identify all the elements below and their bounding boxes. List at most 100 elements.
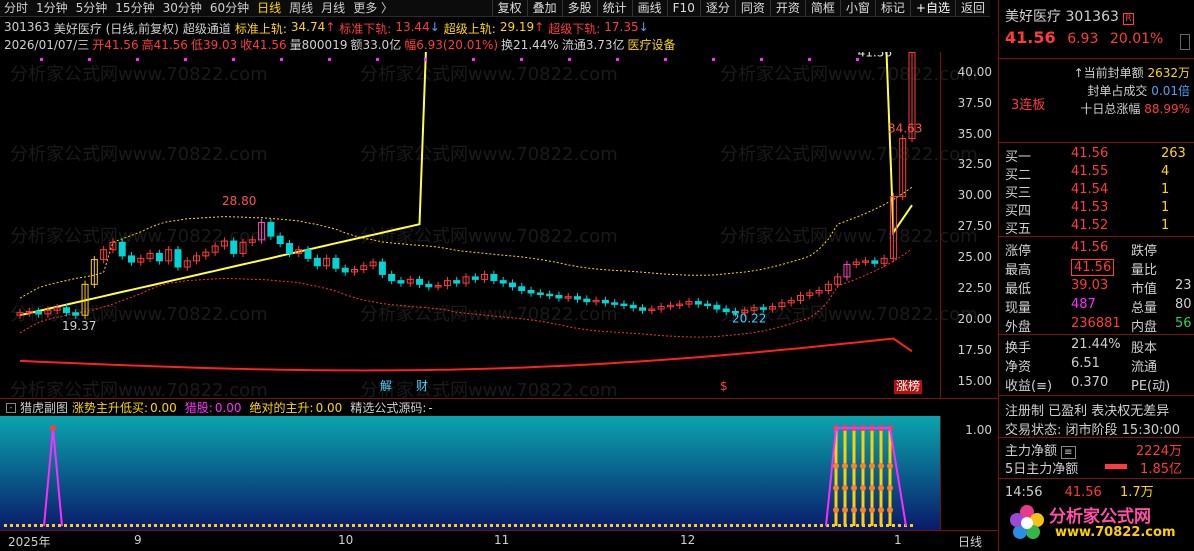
period-tab[interactable]: 60分钟 [206, 0, 253, 17]
signal-marker [887, 485, 893, 491]
stat-value: 487 [1071, 297, 1096, 312]
period-label[interactable]: 日线 [958, 533, 982, 550]
toolbar-button[interactable]: F10 [666, 0, 700, 17]
toolbar-button[interactable]: 小窗 [839, 0, 875, 17]
super-lower-line [19, 337, 913, 372]
collapse-icon[interactable]: - [6, 402, 16, 413]
indicator-name[interactable]: 超级通道 [183, 20, 231, 36]
baseline-dot [688, 524, 691, 527]
bid-label: 买一 [1005, 150, 1032, 165]
baseline-dot [214, 524, 217, 527]
bid-row[interactable]: 买四 41.53 1 [1005, 200, 1190, 219]
bid-row[interactable]: 买一 41.56 263 [1005, 146, 1190, 165]
signal-marker [842, 463, 848, 469]
baseline-dot [268, 524, 271, 527]
period-tab[interactable]: 15分钟 [111, 0, 158, 17]
toolbar-button[interactable]: 逐分 [699, 0, 735, 17]
baseline-dot [148, 524, 151, 527]
stat-value: 236881 [1071, 316, 1121, 331]
signal-marker [860, 485, 866, 491]
period-tab[interactable]: 周线 [285, 0, 317, 17]
bid-row[interactable]: 买五 41.52 1 [1005, 218, 1190, 237]
bid-volume: 1 [1161, 218, 1170, 233]
candlestick-chart[interactable]: 41.56 28.80 19.37 20.22 34.63 解 财 $ 涨榜 [0, 52, 940, 398]
baseline-dot [742, 524, 745, 527]
baseline-dot [28, 524, 31, 527]
stat-row: 换手 21.44% 股本 [1005, 337, 1190, 356]
sector-value[interactable]: 医疗设备 [628, 36, 676, 52]
stock-name-mode: 美好医疗 (日线,前复权) [53, 22, 179, 36]
stat-label-2: PE(动) [1131, 379, 1171, 394]
period-tab[interactable]: 5分钟 [72, 0, 112, 17]
toolbar-button[interactable]: 统计 [596, 0, 632, 17]
toolbar-button[interactable]: 简框 [804, 0, 840, 17]
period-tab[interactable]: 30分钟 [159, 0, 206, 17]
period-tab[interactable]: 更多 〉 [349, 0, 397, 17]
toolbar-button[interactable]: 叠加 [526, 0, 562, 17]
candle-body [555, 294, 563, 299]
float-cap-value: 流通3.73亿 [561, 38, 625, 52]
toolbar-button[interactable]: +自选 [909, 0, 955, 17]
low-value: 低39.03 [190, 38, 238, 52]
sub-indicator-chart[interactable] [0, 416, 940, 530]
stat-value: 0.370 [1071, 375, 1109, 390]
signal-marker [869, 507, 875, 513]
stat-label: 最高 [1005, 263, 1032, 278]
stat-value: 41.56 [1071, 240, 1109, 255]
period-tab[interactable]: 分时 [0, 0, 32, 17]
toolbar-button[interactable]: 同资 [734, 0, 770, 17]
stat-value: 39.03 [1071, 278, 1109, 293]
baseline-dot [100, 524, 103, 527]
baseline-dot [166, 524, 169, 527]
toolbar-button[interactable]: 开资 [769, 0, 805, 17]
candle-body [388, 273, 396, 282]
candle-body [518, 286, 526, 291]
baseline-dot [340, 524, 343, 527]
seal-ratio-value: 0.01倍 [1151, 84, 1190, 98]
baseline-dot [778, 524, 781, 527]
candle-body [378, 261, 386, 275]
baseline-dot [262, 524, 265, 527]
site-logo: 分析家公式网 www.70822.com [999, 498, 1194, 551]
date-tick: 2025年 [8, 535, 51, 549]
baseline-dot [712, 524, 715, 527]
baseline-dot [538, 524, 541, 527]
toolbar-button[interactable]: 复权 [491, 0, 527, 17]
baseline-dot [364, 524, 367, 527]
baseline-dot [316, 524, 319, 527]
toolbar-button[interactable]: 多股 [561, 0, 597, 17]
candle-body [536, 292, 544, 295]
bid-row[interactable]: 买三 41.54 1 [1005, 182, 1190, 201]
toolbar-button[interactable]: 返回 [954, 0, 990, 17]
baseline-dot [58, 524, 61, 527]
period-tab[interactable]: 1分钟 [32, 0, 72, 17]
scroll-handle[interactable] [1180, 34, 1190, 50]
candle-body [639, 307, 647, 311]
candle-body [601, 299, 609, 304]
baseline-dot [22, 524, 25, 527]
sub-indicator-name[interactable]: 猎虎副图 [20, 399, 68, 416]
bid-label: 买三 [1005, 186, 1032, 201]
stat-label: 涨停 [1005, 244, 1032, 259]
baseline-dot [520, 524, 523, 527]
last-price-label: 41.56 [858, 52, 892, 59]
baseline-dot [694, 524, 697, 527]
baseline-dot [70, 524, 73, 527]
lower-std-line [19, 248, 913, 338]
sub-chart-background [0, 416, 940, 530]
candle-body [574, 296, 581, 300]
baseline-dot [652, 524, 655, 527]
amount-value: 额33.0亿 [350, 38, 402, 52]
candle-body [713, 304, 721, 310]
toolbar-button[interactable]: 标记 [874, 0, 910, 17]
baseline-dot [820, 524, 823, 527]
toolbar-button[interactable]: 画线 [631, 0, 667, 17]
baseline-dot [664, 524, 667, 527]
bid-row[interactable]: 买二 41.55 4 [1005, 164, 1190, 183]
baseline-dot [424, 524, 427, 527]
baseline-dot [874, 524, 877, 527]
period-tab[interactable]: 日线 [253, 0, 285, 17]
stat-value-2: 80 [1175, 297, 1192, 312]
period-tab[interactable]: 月线 [317, 0, 349, 17]
baseline-dot [112, 524, 115, 527]
